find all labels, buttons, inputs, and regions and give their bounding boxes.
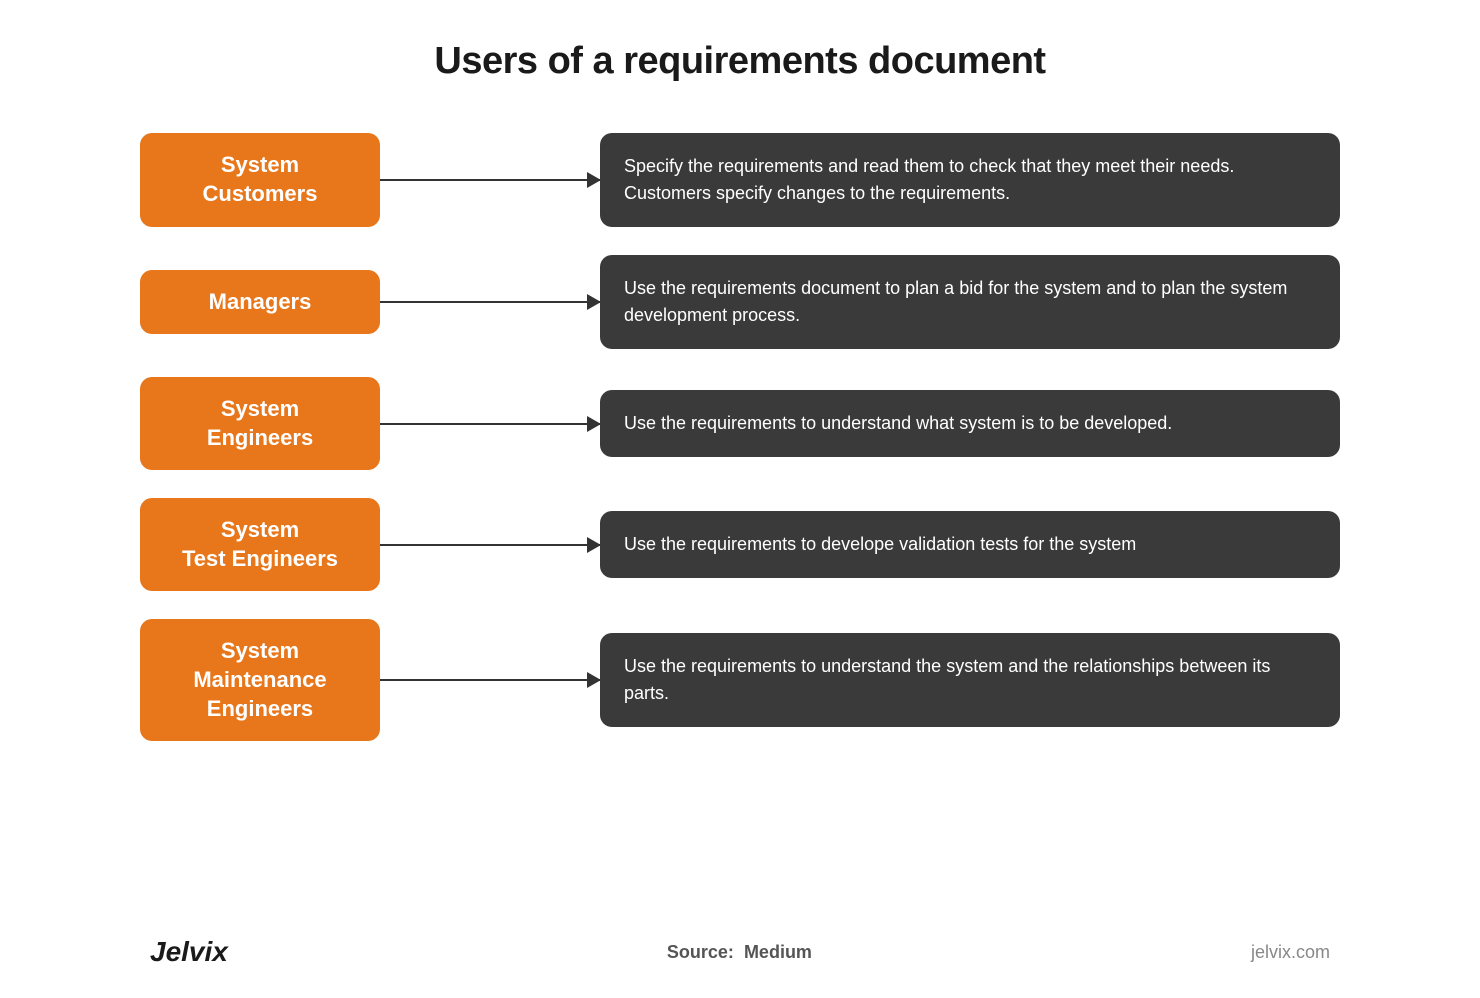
- arrow-5: [380, 679, 600, 681]
- arrow-2: [380, 301, 600, 303]
- footer: Jelvix Source: Medium jelvix.com: [140, 936, 1340, 968]
- description-managers: Use the requirements document to plan a …: [600, 255, 1340, 349]
- arrow-line-1: [380, 179, 600, 181]
- diagram-row: SystemEngineers Use the requirements to …: [140, 377, 1340, 470]
- description-maintenance-engineers: Use the requirements to understand the s…: [600, 633, 1340, 727]
- description-system-engineers: Use the requirements to understand what …: [600, 390, 1340, 457]
- arrow-4: [380, 544, 600, 546]
- arrow-line-3: [380, 423, 600, 425]
- description-system-customers: Specify the requirements and read them t…: [600, 133, 1340, 227]
- user-label-maintenance-engineers: SystemMaintenanceEngineers: [140, 619, 380, 741]
- source-value: Medium: [744, 942, 812, 962]
- footer-source: Source: Medium: [667, 942, 812, 963]
- source-label: Source:: [667, 942, 734, 962]
- diagram-row: SystemTest Engineers Use the requirement…: [140, 498, 1340, 591]
- arrow-3: [380, 423, 600, 425]
- diagram-row: Managers Use the requirements document t…: [140, 255, 1340, 349]
- user-label-managers: Managers: [140, 270, 380, 335]
- diagram-container: SystemCustomers Specify the requirements…: [140, 133, 1340, 896]
- arrow-1: [380, 179, 600, 181]
- arrow-line-5: [380, 679, 600, 681]
- description-test-engineers: Use the requirements to develope validat…: [600, 511, 1340, 578]
- arrow-line-2: [380, 301, 600, 303]
- diagram-row: SystemMaintenanceEngineers Use the requi…: [140, 619, 1340, 741]
- arrow-line-4: [380, 544, 600, 546]
- footer-url: jelvix.com: [1251, 942, 1330, 963]
- diagram-row: SystemCustomers Specify the requirements…: [140, 133, 1340, 227]
- brand-logo: Jelvix: [150, 936, 228, 968]
- user-label-system-customers: SystemCustomers: [140, 133, 380, 226]
- user-label-test-engineers: SystemTest Engineers: [140, 498, 380, 591]
- user-label-system-engineers: SystemEngineers: [140, 377, 380, 470]
- page-title: Users of a requirements document: [434, 40, 1045, 83]
